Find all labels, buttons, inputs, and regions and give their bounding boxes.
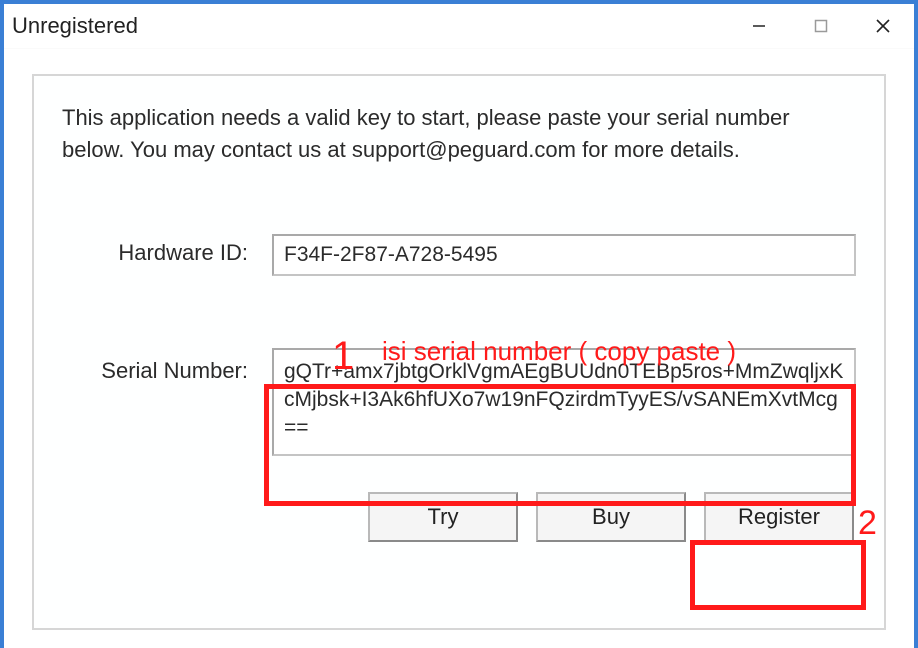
- register-button[interactable]: Register: [704, 492, 854, 542]
- maximize-icon: [813, 18, 829, 34]
- serial-number-field-wrap: gQTr+amx7jbtgOrklVgmAEgBUUdn0TEBp5ros+Mm…: [272, 348, 856, 462]
- hardware-id-field-wrap: [272, 234, 856, 276]
- button-row: Try Buy Register: [62, 492, 856, 542]
- buy-button[interactable]: Buy: [536, 492, 686, 542]
- minimize-icon: [751, 18, 767, 34]
- application-window: Unregistered This application needs a va…: [0, 0, 918, 648]
- try-button[interactable]: Try: [368, 492, 518, 542]
- serial-number-label: Serial Number:: [62, 348, 272, 384]
- hardware-id-label: Hardware ID:: [62, 234, 272, 266]
- close-button[interactable]: [852, 4, 914, 48]
- maximize-button[interactable]: [790, 4, 852, 48]
- titlebar: Unregistered: [4, 4, 914, 49]
- registration-panel: This application needs a valid key to st…: [32, 74, 886, 630]
- instructions-text: This application needs a valid key to st…: [62, 102, 856, 166]
- close-icon: [874, 17, 892, 35]
- serial-number-input[interactable]: gQTr+amx7jbtgOrklVgmAEgBUUdn0TEBp5ros+Mm…: [272, 348, 856, 456]
- window-title: Unregistered: [4, 13, 138, 39]
- minimize-button[interactable]: [728, 4, 790, 48]
- hardware-id-row: Hardware ID:: [62, 234, 856, 276]
- hardware-id-input[interactable]: [272, 234, 856, 276]
- serial-number-row: Serial Number: gQTr+amx7jbtgOrklVgmAEgBU…: [62, 348, 856, 462]
